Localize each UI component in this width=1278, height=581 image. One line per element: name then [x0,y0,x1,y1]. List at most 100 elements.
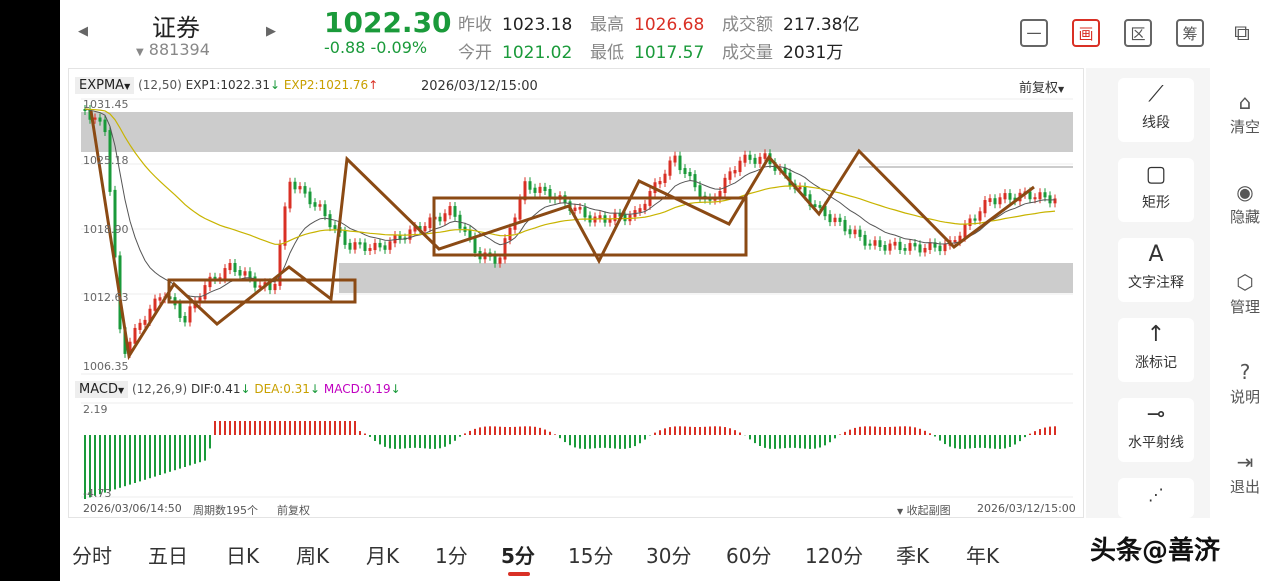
exit-icon: ⇥ [1236,450,1254,474]
rectangle-tool[interactable]: ▢ 矩形 [1118,158,1194,222]
stock-code[interactable]: ▼ 881394 [136,40,210,59]
candle-body [1053,198,1057,204]
candle-body [293,181,297,190]
range-tool-button[interactable]: 区 [1124,19,1152,47]
candle-body [353,242,357,250]
candle-body [898,241,902,251]
tab-120min[interactable]: 120分 [805,540,863,569]
candle-body [698,185,702,198]
horizontal-ray-tool[interactable]: ⊸ 水平射线 [1118,398,1194,462]
end-datetime: 2026/03/12/15:00 [977,502,1076,515]
y-label-top: 1031.45 [83,98,129,111]
macd-selector[interactable]: MACD▼ [75,381,129,398]
start-datetime: 2026/03/06/14:50 [83,502,182,515]
candle-body [158,297,162,301]
hide-button[interactable]: ◉ 隐藏 [1212,180,1278,227]
help-label: 说明 [1229,388,1260,406]
help-button[interactable]: ? 说明 [1212,360,1278,407]
candle-body [743,154,747,163]
tab-five-day[interactable]: 五日 [148,540,188,569]
candle-body [428,217,432,229]
turnover-volume: 成交量 2031万 [722,43,844,63]
chip-tool-button[interactable]: 筹 [1176,19,1204,47]
candle-body [183,315,187,323]
text-note-tool[interactable]: A 文字注释 [1118,238,1194,302]
macd-y-bottom: -4.73 [83,487,112,500]
candle-body [243,271,247,276]
candle-body [828,214,832,223]
tab-monthly[interactable]: 月K [366,540,399,569]
candle-body [613,212,617,222]
rise-mark-label: 涨标记 [1135,355,1177,371]
dif-value: DIF:0.41 [190,382,241,396]
tab-15min[interactable]: 15分 [568,540,613,569]
prev-stock-icon[interactable]: ◀ [78,24,88,39]
exit-button[interactable]: ⇥ 退出 [1212,450,1278,497]
candle-body [283,206,287,246]
candle-body [538,186,542,193]
candle-body [893,241,897,246]
next-stock-icon[interactable]: ▶ [266,24,276,39]
switch-screen-icon[interactable]: ⧉ [1228,19,1256,47]
segment-label: 线段 [1142,115,1170,131]
candle-body [543,186,547,191]
tab-weekly[interactable]: 周K [296,540,329,569]
candle-body [363,242,367,251]
clear-button[interactable]: ⌂ 清空 [1212,90,1278,137]
candle-body [858,229,862,237]
period-count: 周期数195个 [193,504,258,517]
candle-body [623,214,627,222]
candle-body [883,244,887,251]
candle-body [573,207,577,212]
candle-body [423,226,427,232]
tab-1min[interactable]: 1分 [435,540,468,569]
candle-body [738,160,742,173]
candle-body [318,204,322,207]
line-tool-button[interactable]: 一 [1020,19,1048,47]
consolidation-box-1 [167,278,357,304]
candle-body [868,243,872,246]
candle-body [103,119,107,133]
manage-button[interactable]: ⬡ 管理 [1212,270,1278,317]
candle-body [1008,193,1012,200]
hide-label: 隐藏 [1229,208,1260,226]
candle-body [978,211,982,221]
kline-chart-panel[interactable]: EXPMA▼ (12,50) EXP1:1022.31↓ EXP2:1021.7… [68,68,1084,518]
candle-body [863,234,867,246]
candle-body [993,198,997,205]
tab-intraday[interactable]: 分时 [72,540,112,569]
candle-body [908,243,912,251]
side-actions-panel: ⌂ 清空 ◉ 隐藏 ⬡ 管理 ? 说明 ⇥ 退出 [1212,68,1278,518]
macd-y-top: 2.19 [83,403,108,416]
help-icon: ? [1239,360,1251,384]
tab-yearly[interactable]: 年K [966,540,999,569]
tab-quarterly[interactable]: 季K [896,540,929,569]
up-arrow-icon: ↑ [1146,322,1166,347]
candle-body [228,262,232,271]
candle-body [663,173,667,183]
wave-icon: ⋰ [1148,485,1164,504]
y-label-bottom: 1006.35 [83,360,129,373]
tab-daily[interactable]: 日K [226,540,259,569]
collapse-subchart-button[interactable]: ▼ 收起副图 [897,502,951,518]
candle-body [998,197,1002,205]
candle-body [848,229,852,235]
tab-5min[interactable]: 5分 [501,540,535,569]
last-price: 1022.30 [324,6,452,39]
candle-body [643,203,647,211]
candle-body [348,242,352,250]
tab-30min[interactable]: 30分 [646,540,691,569]
price-change: -0.88 -0.09% [324,38,428,57]
tab-60min[interactable]: 60分 [726,540,771,569]
candle-body [448,206,452,216]
text-icon: A [1148,242,1164,267]
segment-tool[interactable]: ⟋ 线段 [1118,78,1194,142]
candle-body [878,240,882,247]
candle-body [238,270,242,276]
candle-body [873,240,877,246]
candle-body [838,217,842,222]
rise-mark-tool[interactable]: ↑ 涨标记 [1118,318,1194,382]
macd-value: MACD:0.19 [323,382,391,396]
more-tool[interactable]: ⋰ [1118,478,1194,518]
draw-tool-button[interactable]: 画 [1072,19,1100,47]
